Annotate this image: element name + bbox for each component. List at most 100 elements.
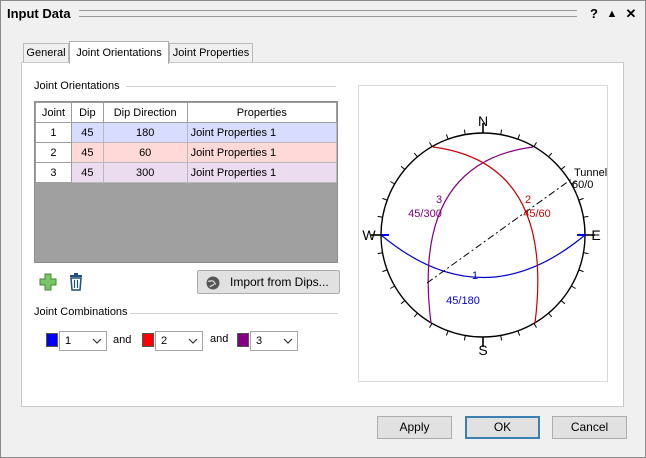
combination-2-value: 2 [161,335,168,347]
tick-mark [548,152,553,158]
joint-combinations-title: Joint Combinations [34,306,134,318]
tick-marks [371,123,595,347]
cell-properties[interactable]: Joint Properties 1 [186,162,338,183]
south-label: S [478,342,487,358]
joint-table: Joint Dip Dip Direction Properties 1 45 … [35,102,338,183]
table-row[interactable]: 1 45 180 Joint Properties 1 [35,122,338,143]
primitive-circle [380,132,586,338]
tick-mark [390,285,395,289]
tick-mark [445,330,449,336]
import-button-label: Import from Dips... [230,275,329,289]
joint-2-id-label: 2 [525,194,531,206]
tab-general[interactable]: General [23,43,69,63]
tick-mark [413,152,418,158]
combination-1-value: 1 [65,335,72,347]
cell-joint[interactable]: 1 [35,122,72,143]
tick-mark [517,134,521,140]
joint-1-orientation-label: 45/180 [446,295,480,307]
tick-mark [400,300,406,305]
joint-1-color-swatch [46,333,58,347]
east-label: E [591,227,600,243]
joint-orientations-grid[interactable]: Joint Dip Dip Direction Properties 1 45 … [34,101,338,263]
tick-mark [533,142,537,147]
cell-dip[interactable]: 45 [70,162,104,183]
cell-dip-direction[interactable]: 180 [102,122,188,143]
tick-mark [560,165,566,170]
and-label: and [210,333,229,345]
help-button[interactable]: ? [585,4,603,24]
tick-mark [377,252,383,255]
cancel-button[interactable]: Cancel [552,416,627,439]
trash-icon [70,273,82,291]
tunnel-label: Tunnel [574,167,607,179]
joint-2-color-swatch [142,333,154,347]
title-bar[interactable]: Input Data ? ▲ ✕ [1,1,645,27]
cell-properties[interactable]: Joint Properties 1 [186,142,338,163]
input-data-dialog: Input Data ? ▲ ✕ General Joint Orientati… [0,0,646,458]
table-header-row: Joint Dip Dip Direction Properties [35,102,338,123]
chevron-down-icon [188,338,198,344]
cell-dip[interactable]: 45 [70,122,104,143]
combination-2-select[interactable]: 2 [155,331,203,351]
cell-joint[interactable]: 3 [35,162,72,183]
ok-button[interactable]: OK [465,416,540,439]
cell-joint[interactable]: 2 [35,142,72,163]
tab-joint-orientations[interactable]: Joint Orientations [69,41,169,64]
cell-properties[interactable]: Joint Properties 1 [186,122,338,143]
joint-2-orientation-label: 45/60 [523,208,551,220]
column-header-properties[interactable]: Properties [186,102,338,123]
cell-dip[interactable]: 45 [70,142,104,163]
joint-3-great-circle [427,146,534,324]
stereonet-plot: N S W E Tunnel 60/0 1 45/180 2 45/60 3 4… [362,113,607,358]
and-label: and [113,334,132,346]
globe-icon [206,276,220,290]
combination-3-select[interactable]: 3 [250,331,298,351]
table-row[interactable]: 3 45 300 Joint Properties 1 [35,162,338,183]
tick-mark [377,215,383,218]
tick-mark [533,323,537,328]
tick-mark [583,252,589,255]
column-header-dip-direction[interactable]: Dip Direction [102,102,188,123]
joint-orientations-title: Joint Orientations [34,80,126,92]
tick-mark [463,335,466,341]
import-from-dips-button[interactable]: Import from Dips... [197,270,340,294]
joint-1-id-label: 1 [472,270,478,282]
tick-mark [390,181,395,185]
tick-mark [400,165,406,170]
cell-dip-direction[interactable]: 300 [102,162,188,183]
chevron-down-icon [92,338,102,344]
tick-mark [382,197,388,201]
joint-3-id-label: 3 [436,194,442,206]
add-joint-button[interactable] [38,272,58,292]
apply-button[interactable]: Apply [377,416,452,439]
combination-3-value: 3 [256,335,263,347]
tick-mark [578,197,584,201]
tick-mark [548,312,553,318]
joint-3-orientation-label: 45/300 [408,208,442,220]
tick-mark [560,300,566,305]
table-row[interactable]: 2 45 60 Joint Properties 1 [35,142,338,163]
delete-joint-button[interactable] [66,272,86,292]
tunnel-axis-line [426,177,574,284]
combination-1-select[interactable]: 1 [59,331,107,351]
tick-mark [500,335,503,341]
joint-1-great-circle [380,234,586,279]
collapse-button[interactable]: ▲ [603,4,621,24]
tick-mark [571,285,576,289]
tab-panel: Joint Orientations Joint Dip Dip Directi… [21,62,624,407]
tab-joint-properties[interactable]: Joint Properties [169,43,253,63]
tunnel-value: 60/0 [572,179,593,191]
stereonet-view: N S W E Tunnel 60/0 1 45/180 2 45/60 3 4… [358,85,608,382]
tick-mark [413,312,418,318]
section-divider [130,313,338,314]
tick-mark [583,215,589,218]
west-label: W [362,227,376,243]
tick-mark [429,142,433,147]
cell-dip-direction[interactable]: 60 [102,142,188,163]
tick-mark [463,129,466,135]
tick-mark [500,129,503,135]
plus-icon [39,273,57,291]
column-header-joint[interactable]: Joint [35,102,72,123]
column-header-dip[interactable]: Dip [70,102,104,123]
close-button[interactable]: ✕ [622,4,640,24]
